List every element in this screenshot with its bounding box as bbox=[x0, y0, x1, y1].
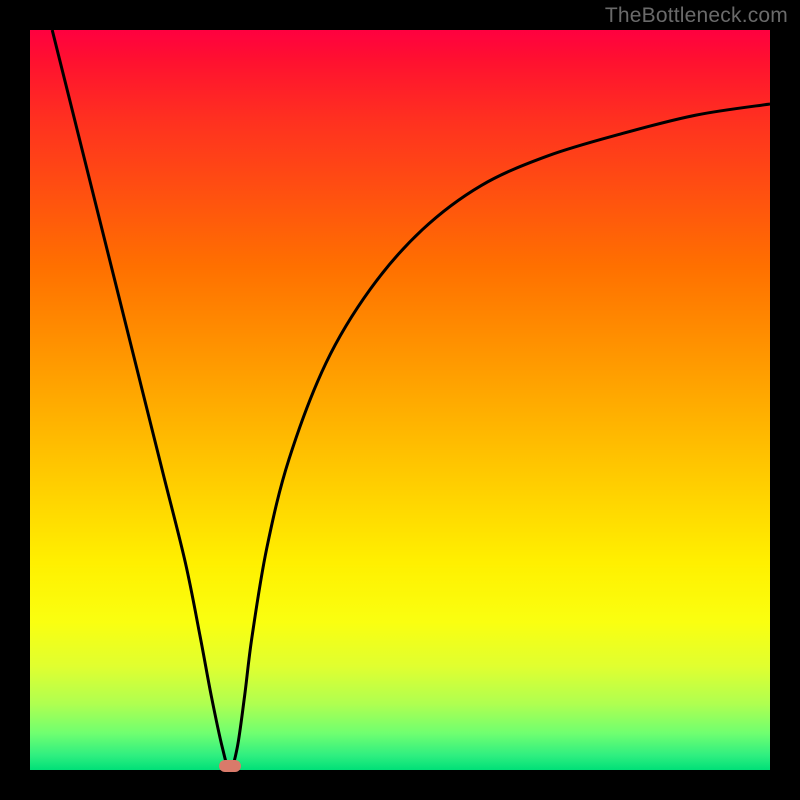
chart-frame: TheBottleneck.com bbox=[0, 0, 800, 800]
watermark-text: TheBottleneck.com bbox=[605, 4, 788, 28]
plot-area bbox=[30, 30, 770, 770]
curve-line bbox=[52, 30, 770, 770]
min-marker bbox=[219, 760, 241, 772]
curve-plot bbox=[30, 30, 770, 770]
